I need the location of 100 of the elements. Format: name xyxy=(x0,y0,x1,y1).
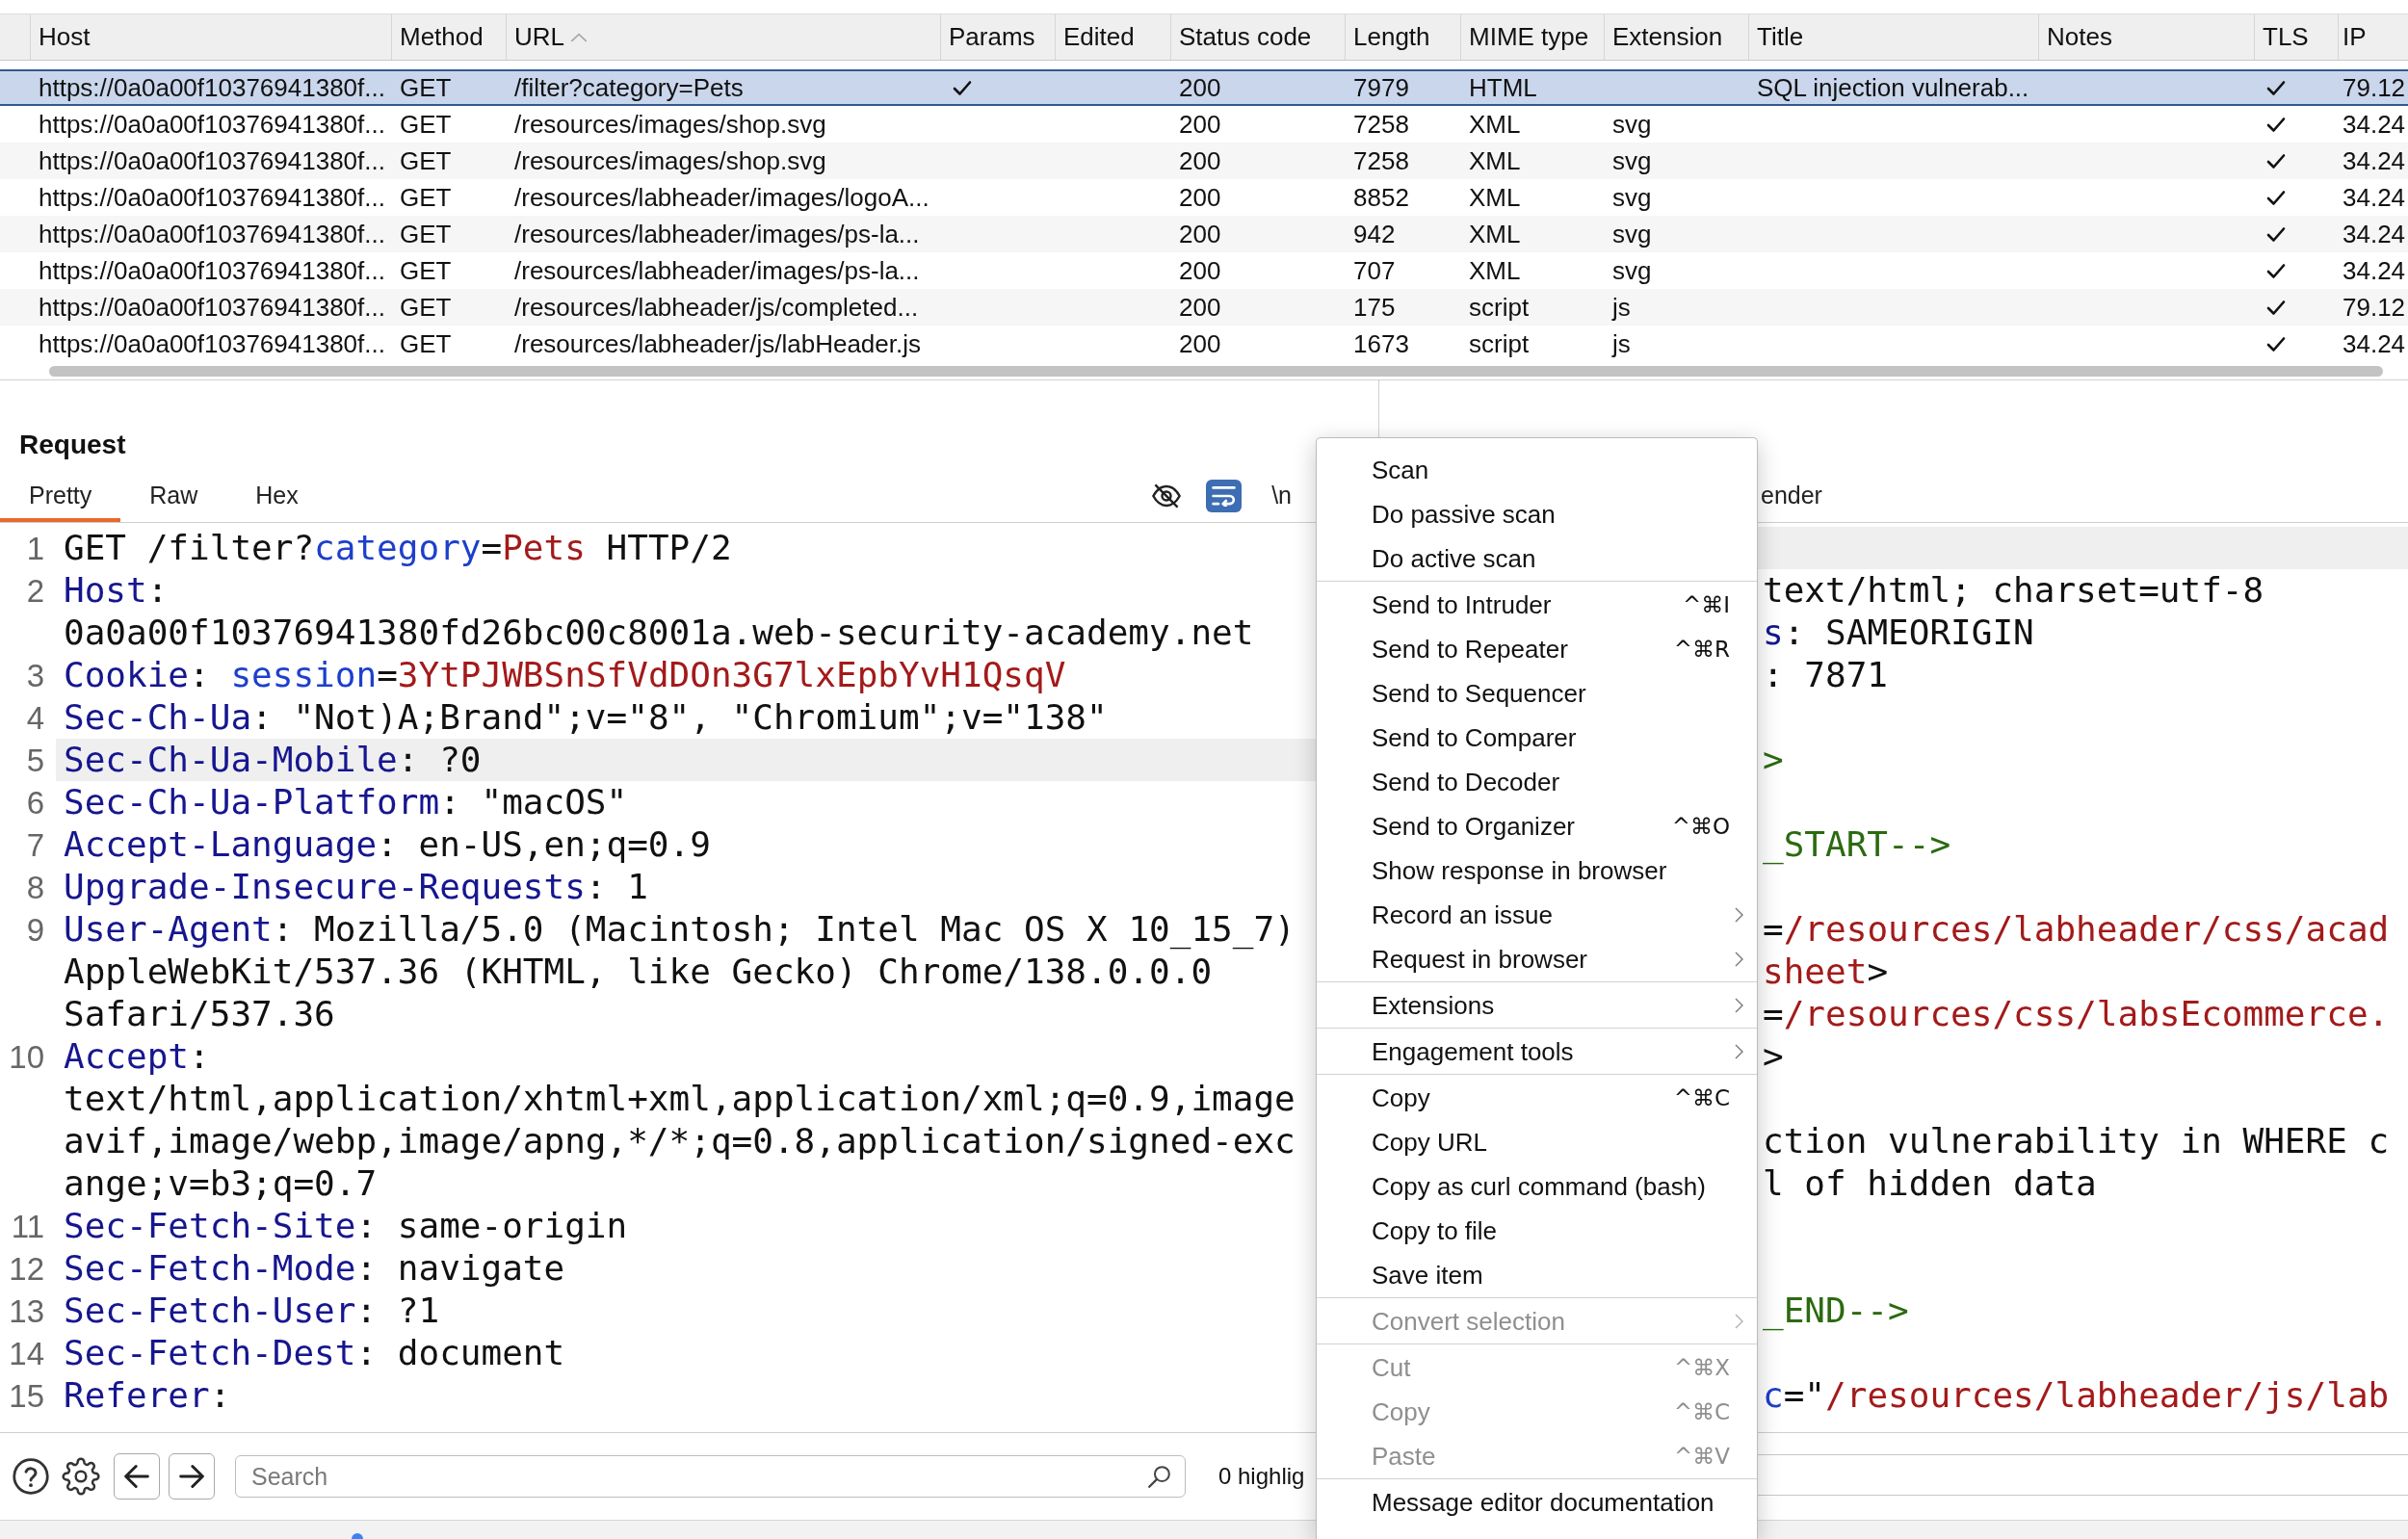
line-number: 14 xyxy=(9,1336,44,1371)
mime-type: HTML xyxy=(1469,72,1537,103)
menu-item[interactable]: Show response in browser xyxy=(1317,848,1757,893)
menu-item[interactable]: Send to Intruder ^⌘I xyxy=(1317,583,1757,627)
response-length: 7258 xyxy=(1353,109,1409,140)
newline-toggle-button[interactable]: \n xyxy=(1269,482,1294,509)
settings-icon[interactable] xyxy=(62,1457,100,1496)
code-line: text/html,application/xhtml+xml,application/xml;q=0.9,image xyxy=(64,1079,1296,1118)
mime-type: XML xyxy=(1469,182,1521,213)
menu-item[interactable]: Record an issue xyxy=(1317,893,1757,937)
menu-item[interactable]: Copy as curl command (bash) xyxy=(1317,1164,1757,1209)
mime-type: script xyxy=(1469,292,1530,323)
table-row[interactable]: https://0a0a00f10376941380f... GET /resources/labheader/images/ps-la... 200 942 XML svg 34.24 xyxy=(0,216,2408,252)
menu-item[interactable]: Send to Repeater ^⌘R xyxy=(1317,627,1757,671)
mime-type: XML xyxy=(1469,219,1521,249)
search-field[interactable]: Search xyxy=(235,1455,1186,1498)
line-number: 6 xyxy=(26,785,44,821)
wrap-lines-icon xyxy=(1212,484,1237,507)
menu-item[interactable]: Message editor documentation xyxy=(1317,1480,1757,1525)
response-length: 942 xyxy=(1353,219,1396,249)
code-line: GET /filter?category=Pets HTTP/2 xyxy=(64,528,732,567)
host-name: https://0a0a00f10376941380f... xyxy=(39,182,385,213)
table-row[interactable]: https://0a0a00f10376941380f... GET /resources/images/shop.svg 200 7258 XML svg 34.24 xyxy=(0,143,2408,179)
editor-tab[interactable]: Raw xyxy=(120,469,227,522)
column-header[interactable]: Extension xyxy=(1605,14,1749,60)
line-number: 8 xyxy=(26,870,44,905)
code-line: Sec-Fetch-Site: same-origin xyxy=(64,1206,628,1245)
menu-item[interactable]: Engagement tools xyxy=(1317,1030,1757,1074)
url-path: /resources/labheader/images/logoA... xyxy=(514,182,929,213)
editor-tab[interactable]: Hex xyxy=(226,469,327,522)
code-line: AppleWebKit/537.36 (KHTML, like Gecko) Chrome/138.0.0.0 xyxy=(64,952,1213,991)
url-path: /resources/labheader/js/completed... xyxy=(514,292,919,323)
chevron-up-icon xyxy=(570,32,588,42)
menu-item[interactable]: Copy URL xyxy=(1317,1120,1757,1164)
line-number: 5 xyxy=(26,743,44,778)
scrollbar-thumb[interactable] xyxy=(49,366,2383,377)
menu-item[interactable]: Extensions xyxy=(1317,983,1757,1028)
menu-item[interactable]: Copy to file xyxy=(1317,1209,1757,1253)
column-header[interactable]: URL xyxy=(507,14,941,60)
host-name: https://0a0a00f10376941380f... xyxy=(39,109,385,140)
status-code: 200 xyxy=(1179,109,1221,140)
code-line: Cookie: session=3YtPJWBSnSfVdDOn3G7lxEpbYvH1QsqV xyxy=(64,655,1066,694)
code-line: Sec-Ch-Ua-Platform: "macOS" xyxy=(64,782,628,822)
pane-title: Request xyxy=(19,429,126,461)
column-header[interactable]: Method xyxy=(392,14,507,60)
status-code: 200 xyxy=(1179,145,1221,176)
table-row[interactable]: https://0a0a00f10376941380f... GET /resources/labheader/js/completed... 200 175 script js 79.12 xyxy=(0,289,2408,326)
code-line: Sec-Fetch-User: ?1 xyxy=(64,1291,440,1330)
menu-item[interactable]: Request in browser xyxy=(1317,937,1757,981)
code-line: _START--> xyxy=(1763,824,1951,864)
back-button[interactable] xyxy=(114,1453,160,1500)
column-header[interactable]: Host xyxy=(31,14,392,60)
arrow-left-icon xyxy=(124,1464,149,1489)
status-code: 200 xyxy=(1179,255,1221,286)
editor-tab[interactable]: Pretty xyxy=(0,469,121,522)
status-code: 200 xyxy=(1179,72,1221,103)
column-header[interactable]: Edited xyxy=(1056,14,1171,60)
menu-item[interactable]: Send to Organizer ^⌘O xyxy=(1317,804,1757,848)
column-header[interactable]: Status code xyxy=(1171,14,1346,60)
http-method: GET xyxy=(400,145,452,176)
code-line: User-Agent: Mozilla/5.0 (Macintosh; Intel Mac OS X 10_15_7) xyxy=(64,909,1296,949)
code-line: Sec-Ch-Ua: "Not)A;Brand";v="8", "Chromium";v="138" xyxy=(64,697,1108,737)
http-method: GET xyxy=(400,328,452,359)
menu-item[interactable]: Copy ^⌘C xyxy=(1317,1076,1757,1120)
keyboard-shortcut: ^⌘X xyxy=(1673,1355,1730,1380)
url-path: /resources/labheader/images/ps-la... xyxy=(514,255,920,286)
column-header[interactable]: Notes xyxy=(2039,14,2255,60)
url-path: /resources/labheader/images/ps-la... xyxy=(514,219,920,249)
column-header[interactable]: IP xyxy=(2339,14,2408,60)
host-name: https://0a0a00f10376941380f... xyxy=(39,72,385,103)
menu-item[interactable]: Send to Comparer xyxy=(1317,716,1757,760)
line-number: 10 xyxy=(9,1039,44,1075)
mime-type: XML xyxy=(1469,109,1521,140)
column-header[interactable]: Title xyxy=(1749,14,2039,60)
menu-item[interactable]: Send to Sequencer xyxy=(1317,671,1757,716)
editor-tab[interactable]: ender xyxy=(1761,469,1838,522)
menu-item[interactable]: Do active scan xyxy=(1317,536,1757,581)
menu-item[interactable]: Save item xyxy=(1317,1253,1757,1297)
forward-button[interactable] xyxy=(169,1453,215,1500)
wrap-toggle-button[interactable] xyxy=(1206,479,1243,512)
column-header[interactable]: TLS xyxy=(2255,14,2339,60)
column-header[interactable]: Length xyxy=(1346,14,1461,60)
column-header[interactable]: MIME type xyxy=(1461,14,1605,60)
menu-item[interactable]: Scan xyxy=(1317,448,1757,492)
menu-item[interactable]: Send to Decoder xyxy=(1317,760,1757,804)
line-number: 15 xyxy=(9,1378,44,1414)
code-line: =/resources/labheader/css/acad xyxy=(1763,909,2390,949)
table-row[interactable]: https://0a0a00f10376941380f... GET /filter?category=Pets 200 7979 HTML SQL injection vulnerab... 79.12 xyxy=(0,69,2408,106)
status-code: 200 xyxy=(1179,292,1221,323)
highlight-count: 0 highlig xyxy=(1218,1463,1305,1490)
ip-address: 79.12 xyxy=(2343,72,2406,103)
column-header[interactable]: Params xyxy=(941,14,1056,60)
response-length: 8852 xyxy=(1353,182,1409,213)
line-number: 13 xyxy=(9,1293,44,1329)
help-icon[interactable] xyxy=(13,1458,49,1495)
menu-item[interactable]: Do passive scan xyxy=(1317,492,1757,536)
code-line: Accept-Language: en-US,en;q=0.9 xyxy=(64,824,711,864)
line-number: 4 xyxy=(26,700,44,736)
http-method: GET xyxy=(400,292,452,323)
code-line: _END--> xyxy=(1763,1291,1909,1330)
